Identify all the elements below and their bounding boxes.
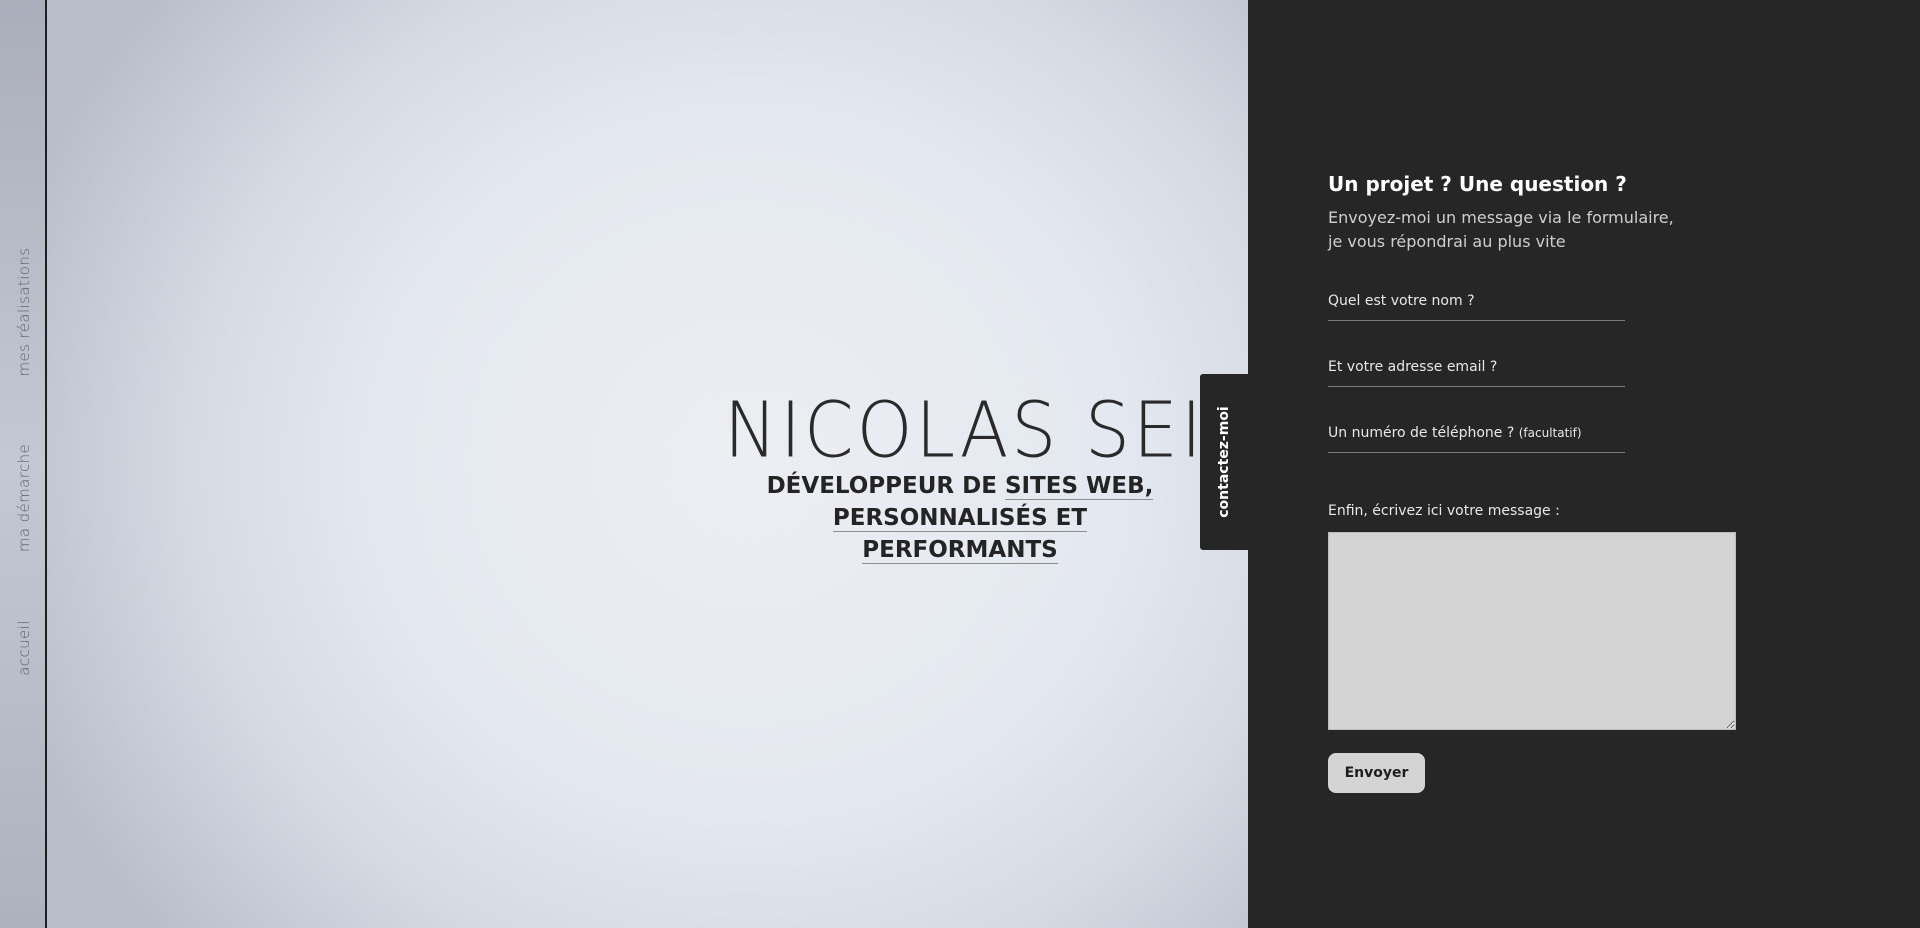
phone-input[interactable] bbox=[1328, 417, 1625, 452]
email-input[interactable] bbox=[1328, 351, 1625, 386]
form-intro-line1: Envoyez-moi un message via le formulaire… bbox=[1328, 208, 1674, 227]
side-nav: mes réalisations ma démarche accueil bbox=[0, 0, 47, 928]
form-intro: Envoyez-moi un message via le formulaire… bbox=[1328, 206, 1748, 254]
hero-section: mes réalisations ma démarche accueil NIC… bbox=[0, 0, 1306, 928]
contact-tab-label: contactez-moi bbox=[1216, 406, 1232, 518]
message-textarea[interactable] bbox=[1328, 532, 1736, 730]
tagline-link-personnalises[interactable]: PERSONNALISÉS ET PERFORMANTS bbox=[832, 505, 1088, 564]
phone-field[interactable]: Un numéro de téléphone ? (facultatif) bbox=[1328, 417, 1625, 453]
send-button[interactable]: Envoyer bbox=[1328, 753, 1425, 793]
form-intro-line2: je vous répondrai au plus vite bbox=[1328, 232, 1566, 251]
message-label: Enfin, écrivez ici votre message : bbox=[1328, 503, 1560, 519]
email-field[interactable]: Et votre adresse email ? bbox=[1328, 351, 1625, 387]
name-input[interactable] bbox=[1328, 285, 1625, 320]
nav-item-accueil[interactable]: accueil bbox=[15, 620, 33, 676]
hero-tagline: DÉVELOPPEUR DE SITES WEB, PERSONNALISÉS … bbox=[740, 470, 1180, 566]
nav-item-ma-demarche[interactable]: ma démarche bbox=[15, 444, 33, 552]
tagline-link-sites-web[interactable]: SITES WEB, bbox=[1004, 473, 1154, 500]
form-title: Un projet ? Une question ? bbox=[1328, 172, 1627, 196]
nav-item-mes-realisations[interactable]: mes réalisations bbox=[15, 248, 33, 377]
contact-panel: Un projet ? Une question ? Envoyez-moi u… bbox=[1248, 0, 1920, 928]
tagline-text: DÉVELOPPEUR DE bbox=[766, 473, 1005, 499]
contact-tab[interactable]: contactez-moi bbox=[1200, 374, 1249, 550]
name-field[interactable]: Quel est votre nom ? bbox=[1328, 285, 1625, 321]
